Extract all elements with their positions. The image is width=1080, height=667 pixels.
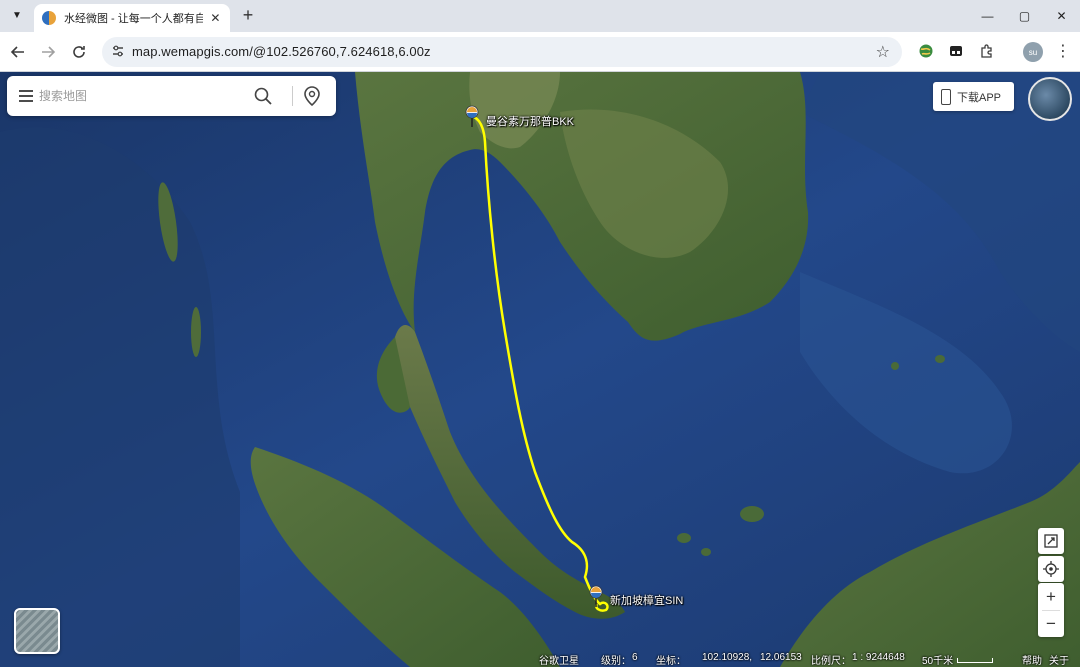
extension-globe-icon[interactable] (916, 41, 936, 61)
wemap-favicon-icon (42, 11, 56, 25)
tab-search-chevron-icon[interactable]: ▼ (7, 5, 27, 25)
download-app-label: 下载APP (957, 91, 1002, 104)
minimize-button[interactable]: — (969, 0, 1006, 32)
zoom-level-value: 6 (632, 652, 638, 663)
extensions-puzzle-icon[interactable] (977, 41, 997, 61)
download-app-button[interactable]: 下载APP (933, 82, 1014, 111)
fullscreen-button[interactable] (1038, 528, 1064, 554)
address-bar[interactable]: map.wemapgis.com/@102.526760,7.624618,6.… (102, 37, 902, 67)
zoom-out-button[interactable]: − (1038, 610, 1064, 637)
url-text: map.wemapgis.com/@102.526760,7.624618,6.… (132, 44, 431, 59)
active-tab[interactable]: 水经微图 - 让每一个人都有自己的地图 ✕ (34, 4, 230, 32)
map-viewport[interactable]: 曼谷素万那普BKK 新加坡樟宜SIN 下载APP (0, 72, 1080, 667)
help-link[interactable]: 帮助 (1022, 652, 1042, 667)
bookmark-star-icon[interactable]: ☆ (876, 42, 890, 62)
maximize-button[interactable]: ▢ (1006, 0, 1043, 32)
tab-strip: ▼ 水经微图 - 让每一个人都有自己的地图 ✕ + — ▢ ✕ (0, 0, 1080, 32)
window-controls: — ▢ ✕ (969, 0, 1080, 32)
satellite-map (0, 72, 1080, 667)
coordinate-label: 坐标： (656, 656, 686, 667)
locate-me-button[interactable] (1038, 556, 1064, 582)
browser-menu-icon[interactable]: ⋮ (1055, 41, 1071, 61)
location-pin-icon[interactable] (301, 85, 323, 107)
reload-button[interactable] (67, 40, 91, 64)
back-arrow-icon (10, 46, 24, 58)
map-search-box (7, 76, 336, 116)
reload-icon (73, 46, 85, 58)
search-divider (292, 86, 293, 106)
map-status-bar: 谷歌卫星 级别： 6 坐标： 102.10928, 12.06153 比例尺： … (0, 649, 1080, 667)
forward-arrow-icon (42, 46, 56, 58)
phone-icon (941, 88, 951, 105)
expand-icon (1044, 534, 1058, 548)
origin-pin-icon[interactable] (464, 105, 480, 127)
scale-bar (957, 658, 993, 663)
browser-window: ▼ 水经微图 - 让每一个人都有自己的地图 ✕ + — ▢ ✕ map.wema… (0, 0, 1080, 667)
destination-label: 新加坡樟宜SIN (610, 595, 684, 607)
imagery-source: 谷歌卫星 (539, 656, 579, 667)
new-tab-button[interactable]: + (238, 6, 258, 26)
longitude-value: 102.10928, (702, 652, 753, 663)
globe-view-button[interactable] (1028, 77, 1072, 121)
zoom-control: + − (1038, 583, 1064, 637)
tab-title: 水经微图 - 让每一个人都有自己的地图 (64, 13, 203, 25)
scale-value: 1 : 9244648 (852, 652, 905, 663)
forward-button[interactable] (36, 40, 60, 64)
zoom-level-label: 级别： (601, 656, 631, 667)
site-info-icon[interactable] (110, 44, 126, 60)
tab-close-icon[interactable]: ✕ (209, 11, 222, 25)
layer-switch-button[interactable] (14, 608, 60, 654)
origin-label: 曼谷素万那普BKK (486, 116, 575, 128)
scale-bar-label: 50千米 (922, 656, 954, 667)
menu-icon[interactable] (17, 87, 35, 105)
browser-toolbar: map.wemapgis.com/@102.526760,7.624618,6.… (0, 32, 1080, 72)
scale-label: 比例尺： (811, 656, 851, 667)
latitude-value: 12.06153 (760, 652, 802, 663)
crosshair-icon (1043, 561, 1059, 577)
about-link[interactable]: 关于 (1049, 652, 1069, 667)
map-search-input[interactable] (39, 86, 249, 106)
zoom-in-button[interactable]: + (1038, 583, 1064, 610)
destination-pin-icon[interactable] (588, 585, 604, 607)
extension-card-icon[interactable] (946, 41, 966, 61)
back-button[interactable] (6, 40, 30, 64)
profile-avatar[interactable]: su (1023, 42, 1043, 62)
search-icon[interactable] (253, 86, 273, 106)
close-window-button[interactable]: ✕ (1043, 0, 1080, 32)
